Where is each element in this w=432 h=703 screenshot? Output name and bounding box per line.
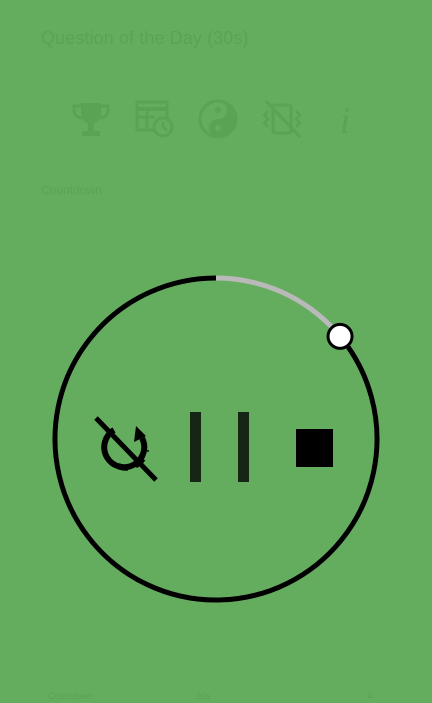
footer-middle: 30s (196, 691, 211, 701)
timer-knob (326, 322, 354, 350)
footer: Countdown 30s ≡ (0, 691, 432, 703)
timer (0, 0, 432, 703)
timer-graphic (52, 275, 380, 603)
footer-left: Countdown (48, 691, 94, 701)
app-screen: Question of the Day (30s) i Countdown Co… (0, 0, 432, 703)
footer-right: ≡ (368, 691, 374, 701)
repeat-off-icon[interactable] (92, 412, 162, 484)
stop-icon[interactable] (296, 429, 334, 469)
pause-icon[interactable] (186, 410, 256, 482)
